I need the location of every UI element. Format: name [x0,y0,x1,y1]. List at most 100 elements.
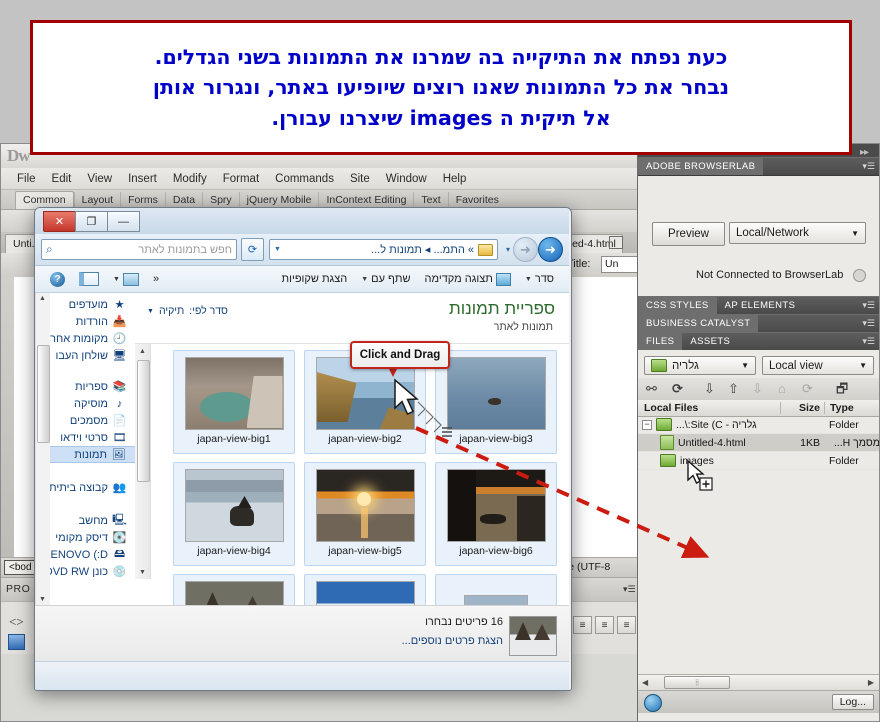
page-properties-icon[interactable] [8,634,25,650]
music-icon: ♪ [116,397,123,410]
site-select[interactable]: גלריה ▼ [644,356,756,375]
sort-by-control[interactable]: סדר לפי: תיקיה ▼ [147,305,228,317]
grid-scrollbar[interactable]: ▲ ▼ [135,344,151,579]
nav-item-pictures[interactable]: 🖼 תמונות [36,446,136,463]
scrollbar-thumb[interactable] [37,345,50,443]
slideshow-button[interactable]: הצגת שקופיות [275,273,355,285]
scrollbar-thumb[interactable]: ⦙⦙ [664,676,731,689]
tab-files[interactable]: FILES [638,333,683,350]
panel-menu-icon[interactable]: ▾☰ [862,300,875,311]
scroll-down-icon[interactable]: ▼ [135,565,150,579]
preview-button[interactable]: תצוגה מקדימה [418,272,518,286]
table-row[interactable]: − גלריה - Site (C:\... Folder [638,416,879,434]
panel-menu-icon[interactable]: ▾☰ [862,318,875,329]
share-with-button[interactable]: שתף עם ▼ [354,273,417,285]
chevron-down-icon[interactable]: ▼ [274,246,281,253]
nav-item-libraries[interactable]: 📚 ספריות [36,378,136,395]
nav-item-local-disk[interactable]: 💽 דיסק מקומי [36,529,136,546]
back-button[interactable]: ➜ [513,237,538,262]
nav-item-music[interactable]: ♪ מוסיקה [36,395,136,412]
dock-document-icon[interactable] [609,236,623,249]
explorer-close-button[interactable]: ✕ [43,211,76,232]
tab-business-catalyst[interactable]: BUSINESS CATALYST [638,315,759,332]
nav-item-downloads[interactable]: 📥 הורדות [36,313,136,330]
get-files-icon[interactable]: ⇩ [704,381,715,397]
menu-item-file[interactable]: File [9,171,44,187]
explorer-maximize-button[interactable]: ❐ [75,211,108,232]
tab-adobe-browserlab[interactable]: ADOBE BROWSERLAB [638,158,764,175]
files-horizontal-scrollbar[interactable]: ◀ ⦙⦙ ▶ [638,674,879,690]
nav-item-recent-places[interactable]: 🕘 מקומות אחר [36,330,136,347]
more-toolbar-button[interactable]: « [146,273,166,285]
menu-item-commands[interactable]: Commands [267,171,342,187]
synchronize-icon[interactable]: ⟳ [802,381,813,397]
nav-item-computer[interactable]: 🖳 מחשב [36,512,136,529]
recent-pages-icon[interactable]: ▾ [506,245,510,254]
panel-menu-icon[interactable]: ▾☰ [862,336,875,347]
search-input[interactable]: חפש בתמונות לאתר ⌕ [41,239,237,260]
check-out-icon[interactable]: ⇩ [752,381,763,397]
nav-item-documents[interactable]: 📄 מסמכים [36,412,136,429]
put-files-icon[interactable]: ⇧ [728,381,739,397]
scrollbar-thumb[interactable] [137,360,150,482]
tab-ap-elements[interactable]: AP ELEMENTS [717,297,804,314]
forward-button[interactable]: ➜ [538,237,563,262]
menu-item-window[interactable]: Window [378,171,435,187]
table-row[interactable]: images Folder [638,452,879,470]
code-view-icon[interactable]: <> [9,614,24,630]
change-view-button[interactable]: ▼ [106,272,146,286]
refresh-icon[interactable]: ⟳ [241,238,264,261]
nav-pane-scrollbar[interactable]: ▲ ▼ [36,293,50,605]
view-select[interactable]: Local view ▼ [762,356,874,375]
align-right-icon[interactable]: ≡ [617,616,636,634]
help-button[interactable]: ? [43,271,72,287]
menu-item-view[interactable]: View [79,171,120,187]
list-item[interactable]: japan-view-big5 [304,462,426,566]
table-row[interactable]: Untitled-4.html 1KB מסמך H... [638,434,879,452]
explorer-navigation-pane: ★ מועדפים 📥 הורדות 🕘 מקומות אחר 🖥 שולחן … [35,293,136,605]
menu-item-format[interactable]: Format [215,171,267,187]
scroll-down-icon[interactable]: ▼ [39,596,46,603]
nav-item-dvd-drive[interactable]: 💿 כונן DVD RW [36,563,136,580]
menu-item-modify[interactable]: Modify [165,171,215,187]
chevron-down-icon: ▼ [361,275,369,283]
expand-icon[interactable]: 🗗 [836,380,848,402]
list-item[interactable]: japan-view-big1 [173,350,295,454]
browserlab-target-select[interactable]: Local/Network ▼ [729,222,866,244]
tab-css-styles[interactable]: CSS STYLES [638,297,717,314]
align-center-icon[interactable]: ≡ [595,616,614,634]
list-item[interactable]: japan-view-big6 [435,462,557,566]
list-item[interactable]: japan-view-big4 [173,462,295,566]
tree-expander[interactable]: − [642,419,652,430]
library-subtitle: תמונות לאתר [493,321,553,333]
menu-item-edit[interactable]: Edit [44,171,80,187]
nav-item-videos[interactable]: 🎞 סרטי וידאו [36,429,136,446]
scroll-up-icon[interactable]: ▲ [39,295,46,302]
address-bar[interactable]: » התמ... ◂ תמונות ל... ▼ [269,239,498,260]
organize-button[interactable]: סדר ▼ [518,273,561,285]
menu-item-insert[interactable]: Insert [120,171,165,187]
explorer-minimize-button[interactable]: — [107,211,140,232]
connect-icon[interactable]: ⚯ [646,381,657,397]
title-input[interactable]: Un [601,256,641,273]
scroll-right-icon[interactable]: ▶ [868,678,874,687]
show-more-details-link[interactable]: הצגת פרטים נוספים... [402,635,503,647]
preview-pane-button[interactable] [72,272,106,286]
refresh-icon[interactable]: ⟳ [672,381,683,397]
nav-item-lenovo-drive[interactable]: 🖴 LENOVO (:D [36,546,136,563]
menu-item-help[interactable]: Help [435,171,475,187]
preview-button[interactable]: Preview [652,222,725,246]
menu-item-site[interactable]: Site [342,171,378,187]
nav-item-favorites[interactable]: ★ מועדפים [36,296,136,313]
panel-menu-icon[interactable]: ▾☰ [623,584,636,595]
nav-item-homegroup[interactable]: 👥 קבוצה ביתית [36,479,136,496]
scroll-up-icon[interactable]: ▲ [135,344,150,358]
align-left-icon[interactable]: ≡ [573,616,592,634]
nav-item-desktop[interactable]: 🖥 שולחן העבו [36,347,136,364]
log-button[interactable]: Log... [831,694,874,710]
tab-assets[interactable]: ASSETS [682,333,738,350]
search-placeholder: חפש בתמונות לאתר [138,243,232,256]
scroll-left-icon[interactable]: ◀ [642,678,648,687]
panel-menu-icon[interactable]: ▾☰ [862,161,875,172]
check-in-icon[interactable]: ⌂ [778,381,786,396]
